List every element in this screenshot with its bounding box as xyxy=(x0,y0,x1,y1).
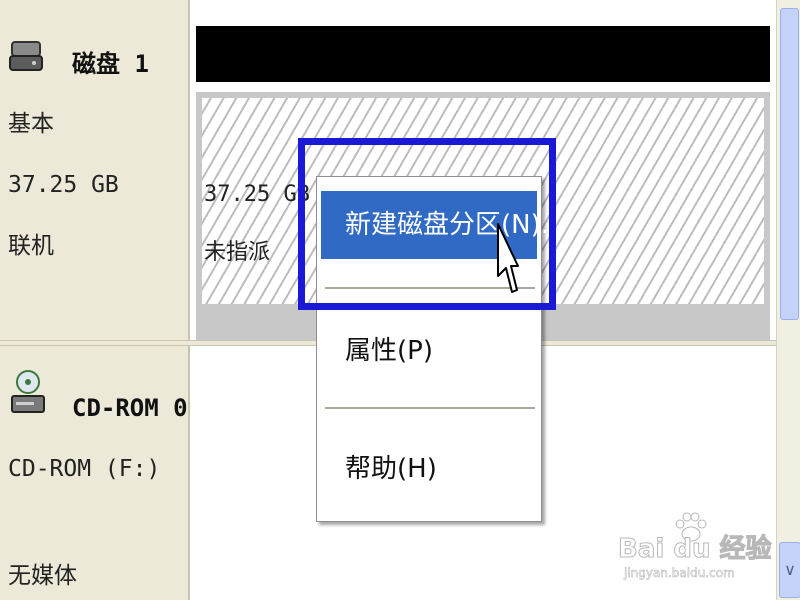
disk-1-label-panel[interactable]: 磁盘 1 基本 37.25 GB 联机 xyxy=(0,0,190,340)
menu-item-properties[interactable]: 属性(P) xyxy=(321,323,537,379)
scrollbar-thumb[interactable] xyxy=(780,8,799,320)
menu-item-help[interactable]: 帮助(H) xyxy=(321,439,537,499)
cdrom-media-status: 无媒体 xyxy=(8,563,77,589)
vertical-scrollbar[interactable]: ∨ xyxy=(776,0,800,600)
hard-disk-icon xyxy=(9,41,43,71)
disk-1-type: 基本 xyxy=(8,111,54,137)
disk-1-status: 联机 xyxy=(8,233,54,259)
cd-drive-icon xyxy=(11,370,45,413)
cdrom-name: CD-ROM 0 xyxy=(72,394,188,422)
volume-header-bar xyxy=(196,26,770,82)
mouse-pointer-icon xyxy=(497,223,519,293)
disk-1-size: 37.25 GB xyxy=(8,172,119,198)
cdrom-drive-label: CD-ROM (F:) xyxy=(8,456,161,482)
watermark-brand: Bai du 经验 xyxy=(618,534,772,565)
menu-separator xyxy=(325,407,535,410)
watermark-url: jingyan.baidu.com xyxy=(624,566,735,581)
baidu-watermark: Bai du 经验 jingyan.baidu.com xyxy=(610,512,772,592)
scroll-down-button[interactable]: ∨ xyxy=(779,542,800,598)
cdrom-label-panel[interactable]: CD-ROM 0 CD-ROM (F:) 无媒体 xyxy=(0,346,190,600)
chevron-down-icon: ∨ xyxy=(784,560,796,579)
volume-size: 37.25 GB xyxy=(204,182,310,207)
disk-1-name: 磁盘 1 xyxy=(72,50,149,78)
volume-state: 未指派 xyxy=(204,240,271,265)
